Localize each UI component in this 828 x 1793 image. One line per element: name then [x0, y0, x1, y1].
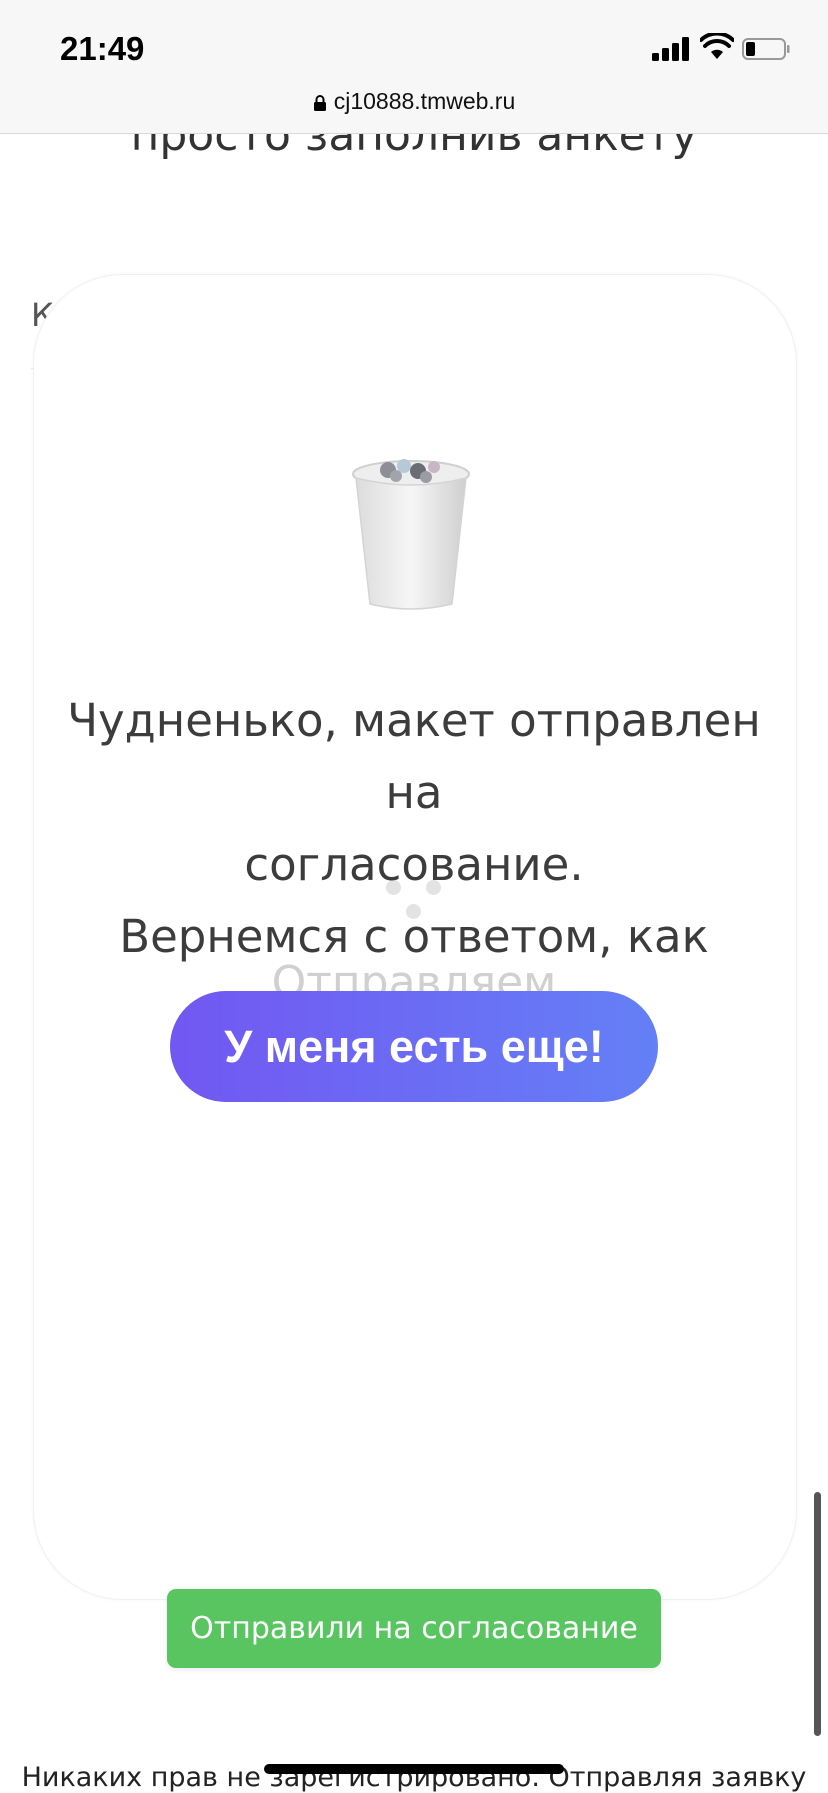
wifi-icon	[700, 33, 734, 59]
message-line: согласование.	[244, 838, 584, 891]
message-line: Чудненько, макет отправлен на	[67, 694, 761, 819]
cellular-signal-icon	[652, 37, 692, 61]
status-time: 21:49	[60, 30, 145, 67]
status-bar: 21:49 cj10888.tmweb.ru	[0, 0, 828, 134]
i-have-more-button[interactable]: У меня есть еще!	[170, 991, 658, 1102]
url-text: cj10888.tmweb.ru	[333, 88, 516, 114]
battery-icon	[742, 38, 790, 60]
lock-icon	[313, 95, 326, 111]
home-indicator	[264, 1764, 564, 1774]
address-bar[interactable]: cj10888.tmweb.ru	[0, 88, 828, 115]
message-line: Вернемся с ответом, как	[119, 910, 709, 963]
trash-bin-icon	[352, 459, 470, 610]
scrollbar[interactable]	[814, 1492, 821, 1736]
sent-for-approval-toast: Отправили на согласование	[167, 1589, 661, 1668]
